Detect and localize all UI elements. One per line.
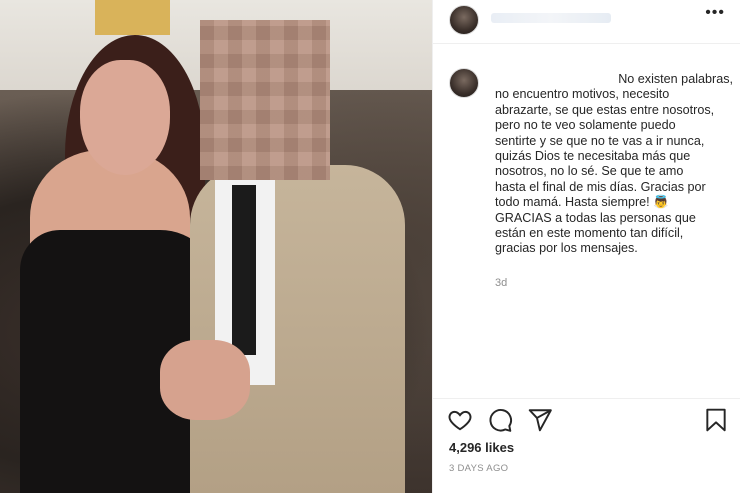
photo-woman-face xyxy=(80,60,170,175)
post-header: ••• xyxy=(433,0,740,44)
username-blurred[interactable] xyxy=(491,13,611,23)
post-date[interactable]: 3 DAYS AGO xyxy=(449,463,508,474)
caption-line: GRACIAS a todas las personas que xyxy=(495,210,696,225)
photo-man-tie xyxy=(232,185,256,355)
caption-line: nosotros, no lo sé. Se que te amo xyxy=(495,164,684,179)
post-photo[interactable] xyxy=(0,0,432,493)
caption-line: quizás Dios te necesitaba más que xyxy=(495,149,691,164)
caption-line: sentirte y se que no te vas a ir nunca, xyxy=(495,133,705,148)
caption-line: hasta el final de mis días. Gracias por xyxy=(495,179,706,194)
more-options-icon[interactable]: ••• xyxy=(705,4,725,22)
caption-line: están en este momento tan difícil, xyxy=(495,226,684,241)
caption-line: pero no te veo solamente puedo xyxy=(495,118,676,133)
share-icon[interactable] xyxy=(527,407,553,433)
likes-count[interactable]: 4,296 likes xyxy=(449,440,514,455)
photo-banner xyxy=(95,0,170,35)
post-actions: 4,296 likes 3 DAYS AGO xyxy=(433,398,740,493)
post-sidebar: ••• No existen palabras, no encuentro mot… xyxy=(432,0,740,493)
post-caption: No existen palabras, no encuentro motivos… xyxy=(495,72,733,257)
bookmark-icon[interactable] xyxy=(703,407,729,433)
caption-avatar[interactable] xyxy=(449,68,479,98)
action-icons xyxy=(447,407,553,433)
caption-line: No existen palabras, xyxy=(618,72,733,86)
caption-line: todo mamá. Hasta siempre! 👼 xyxy=(495,195,669,210)
caption-line: gracias por los mensajes. xyxy=(495,241,638,256)
photo-hands xyxy=(160,340,250,420)
post-time-ago[interactable]: 3d xyxy=(495,277,507,289)
heart-icon[interactable] xyxy=(447,407,473,433)
comment-icon[interactable] xyxy=(487,407,513,433)
photo-man-face-pixelated xyxy=(200,20,330,180)
avatar[interactable] xyxy=(449,5,479,35)
caption-line: no encuentro motivos, necesito xyxy=(495,87,670,102)
caption-line: abrazarte, se que estas entre nosotros, xyxy=(495,102,715,117)
